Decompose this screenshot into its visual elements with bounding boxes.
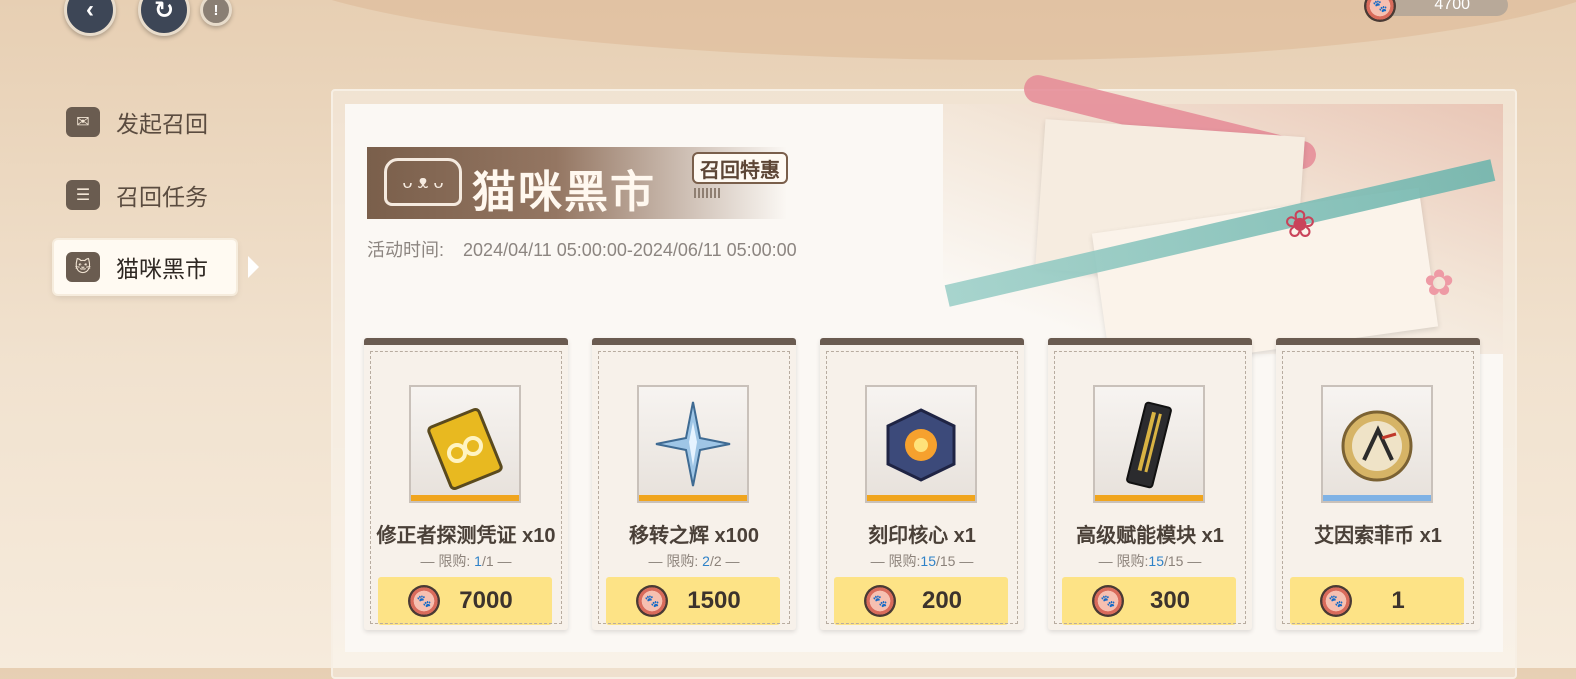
buy-button[interactable]: 🐾 1 [1290,577,1464,625]
chevron-left-icon: ‹ [86,0,94,23]
shop-item-card[interactable]: 高级赋能模块 x1 — 限购:15/15 — 🐾 300 [1048,338,1252,630]
ainsophie-coin-icon [1341,410,1413,482]
item-name: 刻印核心 x1 [868,525,976,547]
purchase-limit: — 限购:15/15 — [870,553,974,569]
buy-button[interactable]: 🐾 1500 [606,577,780,625]
paw-coin-icon: 🐾 [636,585,668,617]
paw-coin-icon: 🐾 [408,585,440,617]
purchase-limit: — 限购:15/15 — [1098,553,1202,569]
sidebar-item-label: 猫咪黑市 [116,256,208,282]
buy-button[interactable]: 🐾 200 [834,577,1008,625]
rarity-stripe [1323,495,1431,501]
paw-coin-icon: 🐾 [1092,585,1124,617]
exclamation-icon: ! [213,1,219,19]
refresh-icon: ↻ [153,0,175,24]
sidebar-item-initiate-recall[interactable]: ✉ 发起召回 [62,96,208,148]
paw-coin-icon: 🐾 [1320,585,1352,617]
buy-button[interactable]: 🐾 7000 [378,577,552,625]
item-name: 艾因索菲币 x1 [1314,525,1442,547]
sidebar-item-cat-black-market[interactable]: 🐱 猫咪黑市 [54,240,236,294]
purchase-limit: — 限购: 2/2 — [648,553,740,569]
refresh-button[interactable]: ↻ [138,0,190,36]
probe-voucher-icon [427,407,503,490]
cat-logo-icon: ᴗ ᴥ ᴗ [384,158,462,206]
rarity-stripe [867,495,975,501]
paw-coin-icon: 🐾 [864,585,896,617]
active-indicator-arrow [248,256,259,278]
bow-icon: ❀ [1284,204,1316,246]
event-time-row: 活动时间: 2024/04/11 05:00:00-2024/06/11 05:… [367,236,797,262]
blossom-icon: ✿ [1424,262,1455,303]
item-name: 修正者探测凭证 x10 [376,525,556,547]
decorative-barcode [694,188,722,198]
item-image [409,385,521,503]
enhancement-module-icon [1126,401,1172,489]
sidebar-item-label: 召回任务 [116,184,208,210]
item-image [865,385,977,503]
info-button[interactable]: ! [200,0,232,26]
sidebar-item-label: 发起召回 [116,111,208,137]
item-image [637,385,749,503]
item-image [1093,385,1205,503]
shop-item-card[interactable]: 移转之辉 x100 — 限购: 2/2 — 🐾 1500 [592,338,796,630]
buy-button[interactable]: 🐾 300 [1062,577,1236,625]
item-name: 高级赋能模块 x1 [1076,525,1224,547]
event-badge: 召回特惠 [692,152,788,184]
shop-item-card[interactable]: 刻印核心 x1 — 限购:15/15 — 🐾 200 [820,338,1024,630]
purchase-limit: — 限购: 1/1 — [420,553,512,569]
imprint-core-icon [886,408,956,482]
price: 1500 [687,587,741,614]
currency-amount: 4700 [1434,0,1470,13]
event-time-label: 活动时间: [367,240,445,260]
back-button[interactable]: ‹ [64,0,116,36]
rarity-stripe [411,495,519,501]
price: 200 [921,587,963,614]
cat-face-icon: 🐱 [66,252,100,282]
rarity-stripe [639,495,747,501]
price: 300 [1149,587,1191,614]
price: 7000 [459,587,513,614]
price: 1 [1391,587,1405,614]
item-image [1321,385,1433,503]
crystal-star-icon [655,401,731,487]
shop-item-card[interactable]: 修正者探测凭证 x10 — 限购: 1/1 — 🐾 7000 [364,338,568,630]
envelope-paw-icon: ✉ [66,107,100,137]
rarity-stripe [1095,495,1203,501]
event-title: 猫咪黑市 [472,168,656,217]
task-list-icon: ☰ [66,180,100,210]
event-time-range: 2024/04/11 05:00:00-2024/06/11 05:00:00 [463,240,797,260]
item-name: 移转之辉 x100 [628,525,760,547]
sidebar-item-recall-tasks[interactable]: ☰ 召回任务 [62,169,208,221]
shop-item-card[interactable]: 艾因索菲币 x1 🐾 1 [1276,338,1480,630]
